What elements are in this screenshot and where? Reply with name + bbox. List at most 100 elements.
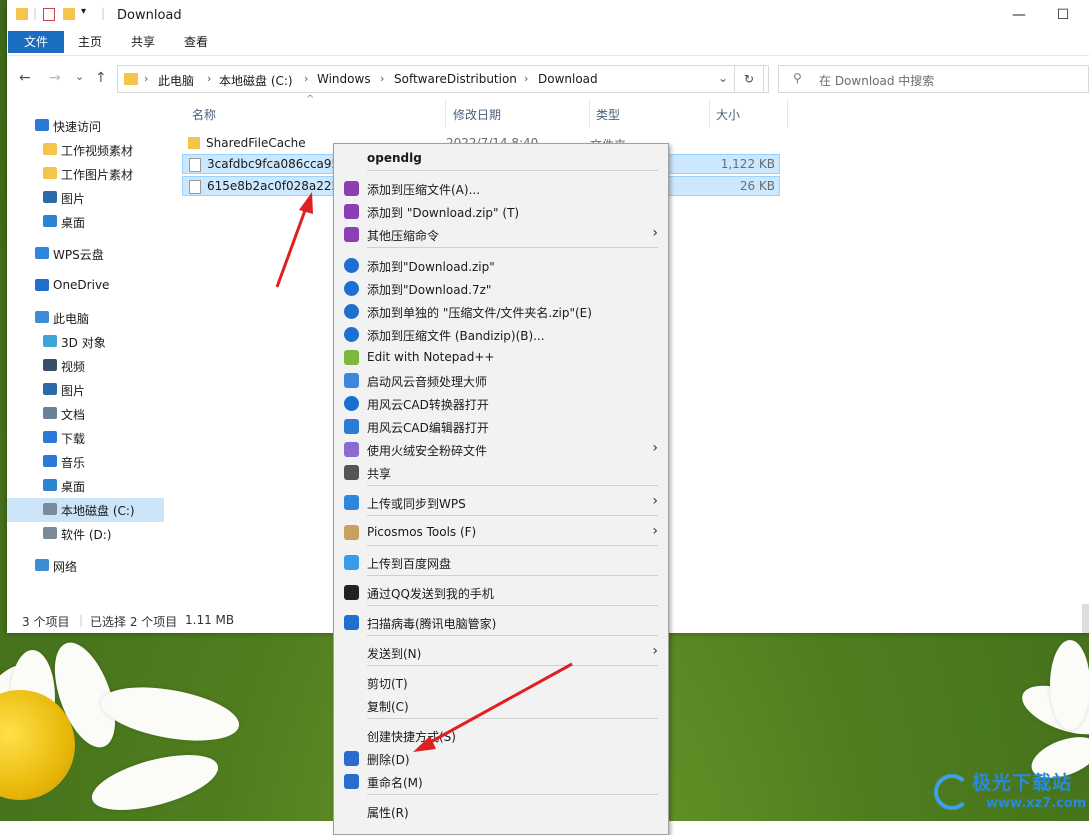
sidebar-item[interactable]: 此电脑 bbox=[7, 306, 164, 330]
menu-item-create-shortcut[interactable]: 创建快捷方式(S) bbox=[334, 725, 668, 747]
up-button[interactable]: ↑ bbox=[95, 70, 107, 86]
sidebar-item[interactable]: 本地磁盘 (C:) bbox=[7, 498, 164, 522]
sidebar-item[interactable]: 工作视频素材 bbox=[7, 138, 164, 162]
column-separator[interactable] bbox=[709, 100, 710, 128]
menu-item-bandizip-add-archive[interactable]: 添加到压缩文件 (Bandizip)(B)... bbox=[334, 324, 668, 346]
column-header-name[interactable]: 名称 bbox=[192, 106, 216, 123]
menu-item-label: 属性(R) bbox=[367, 806, 409, 820]
video-icon bbox=[43, 359, 57, 371]
breadcrumb-download[interactable]: Download bbox=[538, 72, 598, 86]
sidebar-item[interactable]: 图片 bbox=[7, 186, 164, 210]
new-folder-icon[interactable] bbox=[63, 8, 75, 20]
sidebar-item-label: 软件 (D:) bbox=[61, 528, 112, 542]
column-separator[interactable] bbox=[787, 100, 788, 128]
column-header-date[interactable]: 修改日期 bbox=[453, 106, 501, 123]
address-bar[interactable]: › 此电脑 › 本地磁盘 (C:) › Windows › SoftwareDi… bbox=[117, 65, 769, 93]
cad-editor-icon bbox=[344, 419, 359, 434]
refresh-button[interactable]: ↻ bbox=[734, 65, 764, 93]
menu-item-add-to-archive[interactable]: 添加到压缩文件(A)... bbox=[334, 178, 668, 200]
menu-item-add-to-download-zip[interactable]: 添加到 "Download.zip" (T) bbox=[334, 201, 668, 223]
menu-item-bandizip-add-zip[interactable]: 添加到"Download.zip" bbox=[334, 255, 668, 277]
sidebar-item[interactable]: 快速访问 bbox=[7, 114, 164, 138]
tab-file[interactable]: 文件 bbox=[8, 31, 64, 53]
search-box[interactable]: ⚲ 在 Download 中搜索 bbox=[778, 65, 1089, 93]
sidebar-item[interactable]: 音乐 bbox=[7, 450, 164, 474]
tab-home[interactable]: 主页 bbox=[66, 31, 114, 53]
share-icon bbox=[344, 465, 359, 480]
sidebar-item[interactable]: 网络 bbox=[7, 554, 164, 578]
sidebar-item-label: 图片 bbox=[61, 384, 86, 398]
column-separator[interactable] bbox=[445, 100, 446, 128]
menu-item-launch-audio-master[interactable]: 启动风云音频处理大师 bbox=[334, 370, 668, 392]
folder-icon bbox=[16, 8, 28, 20]
folder-icon bbox=[124, 73, 138, 85]
menu-item-upload-to-baidu[interactable]: 上传到百度网盘 bbox=[334, 552, 668, 574]
sidebar-item[interactable]: 桌面 bbox=[7, 474, 164, 498]
tab-share[interactable]: 共享 bbox=[119, 31, 167, 53]
menu-item-send-via-qq[interactable]: 通过QQ发送到我的手机 bbox=[334, 582, 668, 604]
menu-item-delete[interactable]: 删除(D) bbox=[334, 748, 668, 770]
sidebar-item[interactable]: 文档 bbox=[7, 402, 164, 426]
sidebar-item[interactable]: 软件 (D:) bbox=[7, 522, 164, 546]
sidebar-item[interactable]: 3D 对象 bbox=[7, 330, 164, 354]
breadcrumb-windows[interactable]: Windows bbox=[317, 72, 371, 86]
menu-item-open-cad-converter[interactable]: 用风云CAD转换器打开 bbox=[334, 393, 668, 415]
recent-locations-button[interactable]: ⌄ bbox=[75, 70, 84, 83]
sidebar-item[interactable]: WPS云盘 bbox=[7, 242, 164, 266]
menu-item-open-cad-editor[interactable]: 用风云CAD编辑器打开 bbox=[334, 416, 668, 438]
navigation-pane: 快速访问 工作视频素材 工作图片素材 图片 桌面 WPS云盘 OneDrive 此电脑 3D 对… bbox=[7, 100, 164, 610]
menu-item-bandizip-add-7z[interactable]: 添加到"Download.7z" bbox=[334, 278, 668, 300]
menu-item-properties[interactable]: 属性(R) bbox=[334, 801, 668, 823]
minimize-button[interactable]: — bbox=[999, 4, 1039, 26]
breadcrumb-separator: › bbox=[207, 72, 212, 85]
menu-item-label: 添加到"Download.zip" bbox=[367, 260, 495, 274]
breadcrumb-separator: › bbox=[380, 72, 385, 85]
back-button[interactable]: ← bbox=[19, 70, 31, 86]
menu-item-label: 使用火绒安全粉碎文件 bbox=[367, 444, 488, 458]
onedrive-icon bbox=[35, 279, 49, 291]
menu-item-rename[interactable]: 重命名(M) bbox=[334, 771, 668, 793]
sidebar-item[interactable]: 下载 bbox=[7, 426, 164, 450]
file-name: 3cafdbc9fca086cca95e bbox=[207, 157, 347, 171]
cad-converter-icon bbox=[344, 396, 359, 411]
breadcrumb-softwaredistribution[interactable]: SoftwareDistribution bbox=[394, 72, 517, 86]
sidebar-item-label: OneDrive bbox=[53, 278, 110, 292]
sidebar-item[interactable]: 工作图片素材 bbox=[7, 162, 164, 186]
column-header-type[interactable]: 类型 bbox=[596, 106, 620, 123]
column-header-size[interactable]: 大小 bbox=[716, 106, 740, 123]
quick-access-dropdown-icon[interactable]: ▾ bbox=[81, 6, 86, 17]
properties-icon[interactable] bbox=[43, 8, 55, 21]
submenu-arrow-icon: › bbox=[652, 493, 658, 509]
maximize-button[interactable]: ☐ bbox=[1043, 4, 1083, 26]
menu-item-picosmos-tools[interactable]: Picosmos Tools (F) › bbox=[334, 522, 668, 544]
baidu-netdisk-icon bbox=[344, 555, 359, 570]
menu-item-opendlg[interactable]: opendlg bbox=[334, 148, 668, 170]
menu-item-copy[interactable]: 复制(C) bbox=[334, 695, 668, 717]
menu-item-more-compress-commands[interactable]: 其他压缩命令 › bbox=[334, 224, 668, 246]
sidebar-item[interactable]: 桌面 bbox=[7, 210, 164, 234]
scrollbar[interactable] bbox=[1082, 604, 1089, 633]
selection-size: 1.11 MB bbox=[185, 613, 235, 627]
breadcrumb-this-pc[interactable]: 此电脑 bbox=[158, 72, 194, 89]
sidebar-item-label: 3D 对象 bbox=[61, 336, 106, 350]
menu-item-huorong-shred[interactable]: 使用火绒安全粉碎文件 › bbox=[334, 439, 668, 461]
qq-icon bbox=[344, 585, 359, 600]
address-dropdown-icon[interactable]: ⌄ bbox=[718, 71, 728, 85]
sidebar-item[interactable]: OneDrive bbox=[7, 274, 164, 298]
menu-item-cut[interactable]: 剪切(T) bbox=[334, 672, 668, 694]
menu-item-scan-virus[interactable]: 扫描病毒(腾讯电脑管家) bbox=[334, 612, 668, 634]
menu-item-upload-to-wps[interactable]: 上传或同步到WPS › bbox=[334, 492, 668, 514]
tab-view[interactable]: 查看 bbox=[172, 31, 220, 53]
menu-item-edit-with-notepadpp[interactable]: Edit with Notepad++ bbox=[334, 347, 668, 369]
search-input[interactable]: 在 Download 中搜索 bbox=[819, 72, 934, 89]
menu-item-send-to[interactable]: 发送到(N) › bbox=[334, 642, 668, 664]
column-separator[interactable] bbox=[589, 100, 590, 128]
menu-item-share[interactable]: 共享 bbox=[334, 462, 668, 484]
sidebar-item[interactable]: 图片 bbox=[7, 378, 164, 402]
forward-button[interactable]: → bbox=[49, 70, 61, 86]
sidebar-item[interactable]: 视频 bbox=[7, 354, 164, 378]
navigation-bar: ← → ⌄ ↑ › 此电脑 › 本地磁盘 (C:) › Windows › So… bbox=[7, 62, 1089, 95]
breadcrumb-drive-c[interactable]: 本地磁盘 (C:) bbox=[219, 72, 293, 89]
submenu-arrow-icon: › bbox=[652, 440, 658, 456]
menu-item-bandizip-add-separate[interactable]: 添加到单独的 "压缩文件/文件夹名.zip"(E) bbox=[334, 301, 668, 323]
